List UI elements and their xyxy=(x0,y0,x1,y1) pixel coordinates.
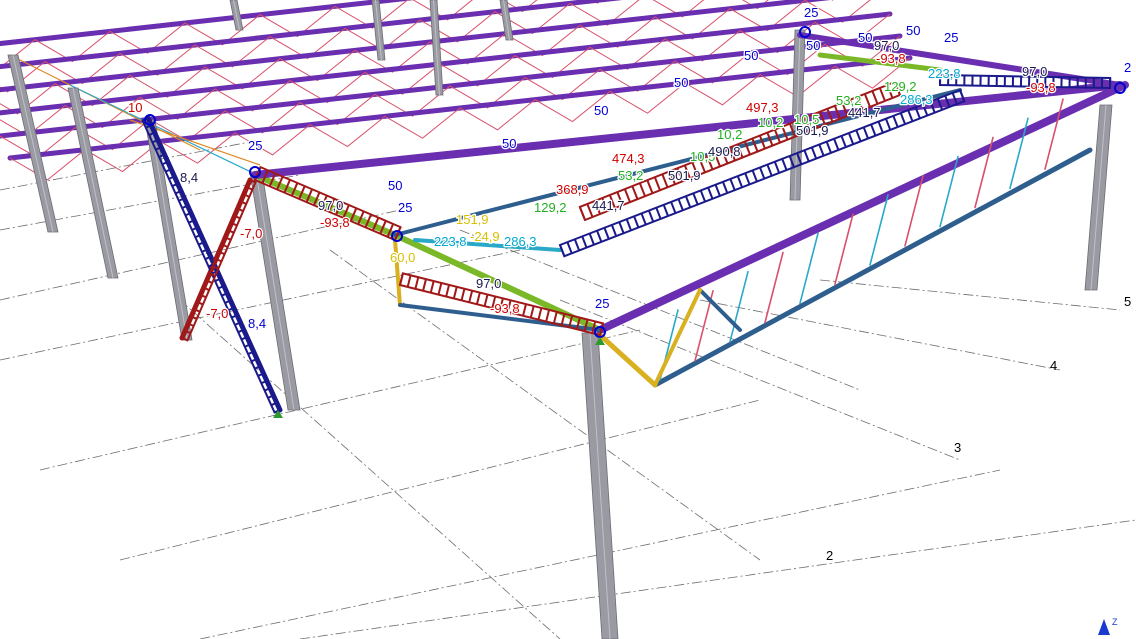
diagonal-member xyxy=(698,288,742,332)
load-value-label: 223,8 xyxy=(928,66,961,81)
lower-web xyxy=(597,332,658,388)
load-value-label: -7,0 xyxy=(240,226,262,241)
load-value-label: 286,3 xyxy=(504,234,537,249)
load-value-label: 10,2 xyxy=(717,127,742,142)
roof-truss-web xyxy=(1009,117,1029,190)
load-value-label: 129,2 xyxy=(534,200,567,215)
load-value-label: -93,8 xyxy=(876,51,906,66)
load-value-label: 368,9 xyxy=(556,182,589,197)
load-value-label: 50 xyxy=(906,23,920,38)
load-value-label: 501,9 xyxy=(668,168,701,183)
load-value-label: 25 xyxy=(398,200,412,215)
grid-line xyxy=(39,329,641,471)
roof-truss-web xyxy=(799,232,819,305)
grid-axis-label: 4 xyxy=(1050,358,1057,373)
load-value-label: -93,8 xyxy=(320,215,350,230)
column-highlight xyxy=(72,87,114,279)
lower-chord xyxy=(652,147,1093,388)
grid-axis-label: 2 xyxy=(826,548,833,563)
roof-truss-web xyxy=(834,213,854,285)
grid-line xyxy=(699,299,1061,371)
load-value-label: 8,4 xyxy=(180,170,198,185)
load-value-label: 50 xyxy=(502,136,516,151)
load-value-label: 97,0 xyxy=(318,198,343,213)
load-value-label: 151,9 xyxy=(456,212,489,227)
load-value-label: 8,4 xyxy=(248,316,266,331)
load-value-label: 286,3 xyxy=(900,92,933,107)
load-value-label: 50 xyxy=(674,75,688,90)
load-value-label: -24,9 xyxy=(470,229,500,244)
load-value-label: 441,7 xyxy=(592,198,625,213)
grid-axis-label: 3 xyxy=(954,440,961,455)
load-value-label: -93,8 xyxy=(1026,80,1056,95)
load-value-label: 10 xyxy=(128,100,142,115)
load-value-label: -93,8 xyxy=(490,301,520,316)
load-value-label: 497,3 xyxy=(746,100,779,115)
load-value-label: 97,0 xyxy=(1022,64,1047,79)
load-value-label: 441,7 xyxy=(848,105,881,120)
grid-line xyxy=(0,249,521,361)
z-axis-arrow-icon xyxy=(1098,619,1110,635)
load-value-label: 25 xyxy=(248,138,262,153)
structure-3d-view[interactable]: 10258,4-7,0-7,08,497,0-93,8502560,0151,9… xyxy=(0,0,1136,639)
coordinate-axis-indicator: Z xyxy=(1084,615,1124,637)
roof-truss-web xyxy=(1044,98,1064,170)
column-highlight xyxy=(12,54,54,233)
ridge-purlin-2 xyxy=(596,81,1129,334)
load-value-label: 97,0 xyxy=(476,276,501,291)
z-axis-label: Z xyxy=(1112,617,1118,627)
grid-line xyxy=(459,229,861,391)
load-value-label: 50 xyxy=(388,178,402,193)
grid-line xyxy=(179,299,561,639)
load-value-label: 53,2 xyxy=(618,168,643,183)
load-value-label: -7,0 xyxy=(206,306,228,321)
load-value-label: 2 xyxy=(1124,60,1131,75)
load-value-label: 223,8 xyxy=(434,234,467,249)
grid-line xyxy=(299,519,1136,639)
load-value-label: 50 xyxy=(858,30,872,45)
load-value-label: 50 xyxy=(594,103,608,118)
grid-axis-labels: 2 3 4 5 xyxy=(826,294,1131,563)
load-value-label: 25 xyxy=(804,5,818,20)
load-value-label: 490,8 xyxy=(708,144,741,159)
load-value-label: 50 xyxy=(744,48,758,63)
load-value-label: 25 xyxy=(595,296,609,311)
load-value-label: 50 xyxy=(806,38,820,53)
grid-axis-label: 5 xyxy=(1124,294,1131,309)
load-value-label: 60,0 xyxy=(390,250,415,265)
grid-line xyxy=(119,399,761,561)
load-value-label: 501,9 xyxy=(796,123,829,138)
load-value-label: 10,2 xyxy=(758,115,783,130)
load-value-label: 25 xyxy=(944,30,958,45)
model-viewport[interactable]: 10 25 8,4 -7,0 -7,0 8,4 97,0 -93,8 50 25 60,0 151,9… xyxy=(0,0,1136,639)
roof-truss-web xyxy=(764,251,784,324)
column-highlight xyxy=(149,119,188,341)
load-value-label: 474,3 xyxy=(612,151,645,166)
grid-line xyxy=(819,279,1121,311)
